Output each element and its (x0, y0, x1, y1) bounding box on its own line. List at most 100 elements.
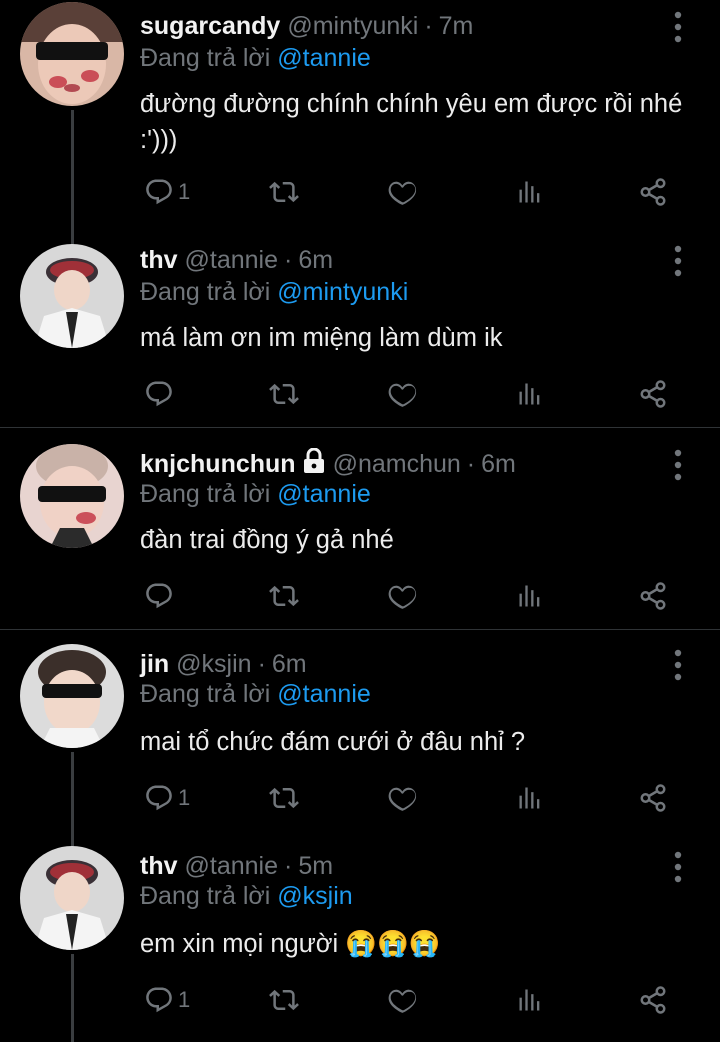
timestamp[interactable]: 6m (272, 650, 307, 679)
reply-icon (144, 783, 174, 813)
reply-button[interactable] (144, 374, 178, 414)
like-button[interactable] (388, 374, 418, 414)
like-button[interactable] (388, 980, 418, 1020)
tweet-header: sugarcandy @mintyunki · 7m (140, 6, 473, 46)
more-options-icon[interactable] (666, 244, 690, 278)
tweet-actions: 1 (140, 172, 700, 212)
share-button[interactable] (638, 980, 668, 1020)
tweet-actions: 1 (140, 778, 700, 818)
views-button[interactable] (516, 374, 544, 414)
share-icon (638, 985, 668, 1015)
retweet-icon (268, 379, 300, 409)
tweet-text: đường đường chính chính yêu em được rồi … (140, 90, 683, 154)
analytics-icon (516, 986, 544, 1014)
separator-dot: · (466, 449, 476, 478)
share-button[interactable] (638, 778, 668, 818)
tweet-text: mai tổ chức đám cưới ở đâu nhỉ ? (140, 728, 526, 756)
retweet-icon (268, 581, 300, 611)
avatar[interactable] (20, 244, 124, 348)
analytics-icon (516, 582, 544, 610)
share-button[interactable] (638, 172, 668, 212)
display-name[interactable]: sugarcandy (140, 12, 280, 41)
reply-mention-link[interactable]: @tannie (277, 44, 371, 72)
replying-to: Đang trả lời @mintyunki (140, 278, 408, 307)
tweet[interactable]: sugarcandy @mintyunki · 7m Đang trả lời … (0, 0, 720, 230)
retweet-button[interactable] (268, 778, 300, 818)
tweet-header: knjchunchun @namchun · 6m (140, 444, 516, 484)
user-handle[interactable]: @ksjin (176, 650, 251, 679)
avatar[interactable] (20, 444, 124, 548)
replying-to: Đang trả lời @tannie (140, 480, 371, 509)
tweet[interactable]: knjchunchun @namchun · 6m Đang trả lời @… (0, 444, 720, 628)
replying-to: Đang trả lời @tannie (140, 680, 371, 709)
retweet-button[interactable] (268, 576, 300, 616)
avatar[interactable] (20, 644, 124, 748)
tweet-header: thv @tannie · 6m (140, 240, 333, 280)
reply-icon (144, 177, 174, 207)
timestamp[interactable]: 7m (439, 12, 474, 41)
replying-to-label: Đang trả lời (140, 480, 271, 508)
timestamp[interactable]: 5m (298, 852, 333, 881)
reply-mention-link[interactable]: @tannie (277, 680, 371, 708)
user-handle[interactable]: @tannie (185, 852, 279, 881)
reply-mention-link[interactable]: @mintyunki (277, 278, 408, 306)
tweet-text: em xin mọi người 😭😭😭 (140, 930, 441, 958)
more-options-icon[interactable] (666, 850, 690, 884)
lock-icon (302, 447, 326, 481)
display-name[interactable]: thv (140, 246, 178, 275)
more-options-icon[interactable] (666, 448, 690, 482)
share-icon (638, 177, 668, 207)
like-button[interactable] (388, 172, 418, 212)
user-handle[interactable]: @mintyunki (287, 12, 418, 41)
replying-to: Đang trả lời @tannie (140, 44, 371, 73)
timestamp[interactable]: 6m (298, 246, 333, 275)
share-icon (638, 783, 668, 813)
views-button[interactable] (516, 172, 544, 212)
tweet-text: má làm ơn im miệng làm dùm ik (140, 324, 503, 352)
reply-mention-link[interactable]: @ksjin (277, 882, 352, 910)
heart-icon (388, 379, 418, 409)
tweet-text: đàn trai đồng ý gả nhé (140, 526, 394, 554)
replying-to-label: Đang trả lời (140, 44, 271, 72)
heart-icon (388, 985, 418, 1015)
views-button[interactable] (516, 980, 544, 1020)
reply-button[interactable]: 1 (144, 172, 190, 212)
tweet-actions: 1 (140, 980, 700, 1020)
reply-button[interactable] (144, 576, 178, 616)
analytics-icon (516, 178, 544, 206)
views-button[interactable] (516, 778, 544, 818)
user-handle[interactable]: @tannie (185, 246, 279, 275)
more-options-icon[interactable] (666, 648, 690, 682)
tweet[interactable]: jin @ksjin · 6m Đang trả lời @tannie mai… (0, 644, 720, 830)
more-options-icon[interactable] (666, 10, 690, 44)
retweet-button[interactable] (268, 172, 300, 212)
display-name[interactable]: jin (140, 650, 169, 679)
retweet-button[interactable] (268, 980, 300, 1020)
separator-dot: · (284, 851, 293, 880)
tweet-header: thv @tannie · 5m (140, 846, 333, 886)
avatar[interactable] (20, 2, 124, 106)
share-button[interactable] (638, 374, 668, 414)
analytics-icon (516, 784, 544, 812)
tweet[interactable]: thv @tannie · 6m Đang trả lời @mintyunki… (0, 240, 720, 426)
divider (0, 427, 720, 428)
display-name[interactable]: knjchunchun (140, 450, 296, 479)
views-button[interactable] (516, 576, 544, 616)
replying-to: Đang trả lời @ksjin (140, 882, 353, 911)
like-button[interactable] (388, 778, 418, 818)
share-button[interactable] (638, 576, 668, 616)
like-button[interactable] (388, 576, 418, 616)
reply-button[interactable]: 1 (144, 980, 190, 1020)
heart-icon (388, 783, 418, 813)
separator-dot: · (257, 649, 266, 678)
heart-icon (388, 581, 418, 611)
reply-mention-link[interactable]: @tannie (277, 480, 371, 508)
reply-button[interactable]: 1 (144, 778, 190, 818)
timestamp[interactable]: 6m (481, 450, 516, 479)
avatar[interactable] (20, 846, 124, 950)
user-handle[interactable]: @namchun (333, 450, 461, 479)
display-name[interactable]: thv (140, 852, 178, 881)
share-icon (638, 379, 668, 409)
tweet[interactable]: thv @tannie · 5m Đang trả lời @ksjin em … (0, 846, 720, 1042)
retweet-button[interactable] (268, 374, 300, 414)
